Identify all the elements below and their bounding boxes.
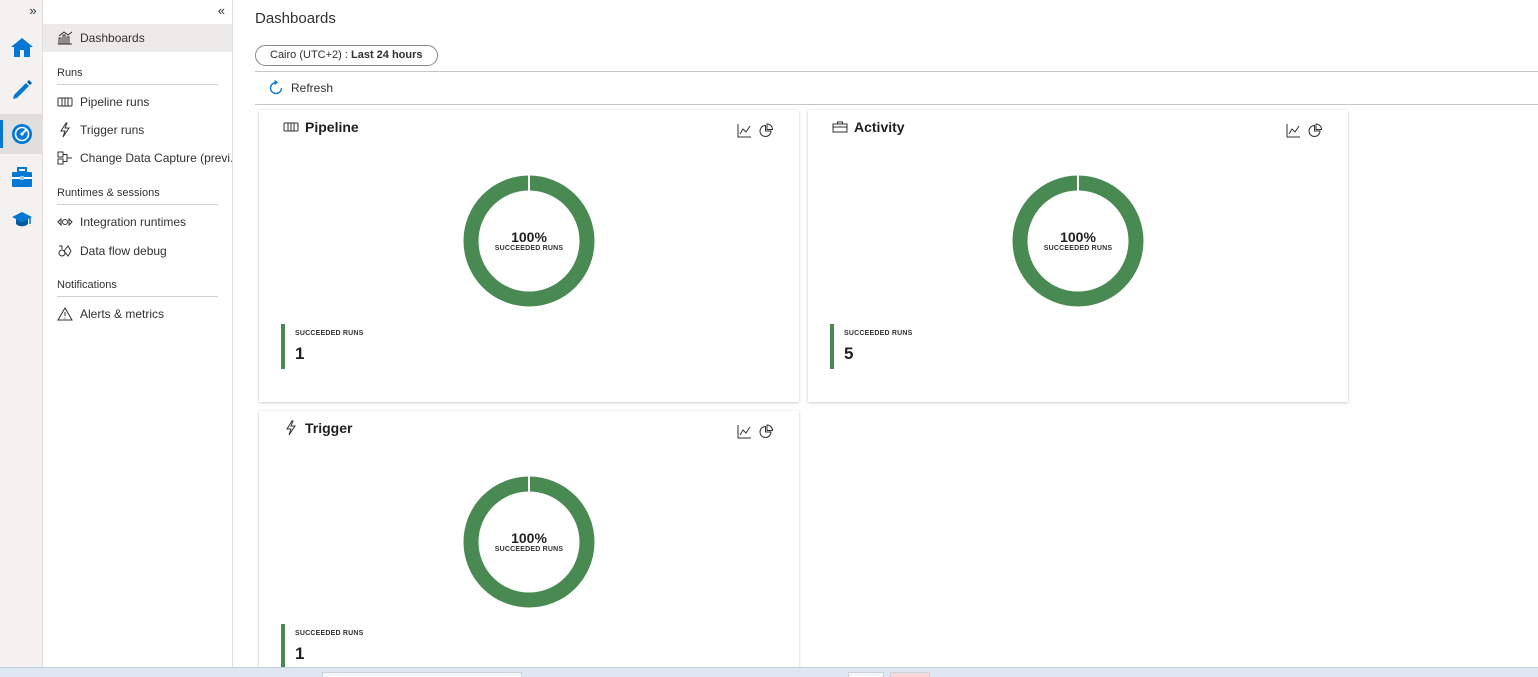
change-data-capture-icon <box>57 150 73 166</box>
donut-percent: 100% <box>511 229 547 245</box>
donut-center-label: 100% SUCCEEDED RUNS <box>463 476 595 608</box>
card-title-text: Activity <box>854 119 905 135</box>
monitor-button[interactable] <box>0 114 43 154</box>
taskbar-item[interactable] <box>848 672 884 677</box>
collapse-nav-button[interactable]: « <box>218 3 225 18</box>
nav-item-change-data-capture[interactable]: Change Data Capture (previ... <box>43 144 232 172</box>
donut-percent: 100% <box>511 530 547 546</box>
nav-item-label: Integration runtimes <box>80 215 187 229</box>
page-title: Dashboards <box>255 10 336 27</box>
toolbox-icon <box>11 167 32 187</box>
nav-item-label: Dashboards <box>80 31 145 45</box>
card-title: Activity <box>832 119 905 135</box>
nav-item-trigger-runs[interactable]: Trigger runs <box>43 116 232 144</box>
dashboards-main: Dashboards Cairo (UTC+2) : Last 24 hours… <box>234 0 1538 669</box>
author-button[interactable] <box>0 70 43 110</box>
donut-percent: 100% <box>1060 229 1096 245</box>
card-toolbar <box>1286 123 1323 138</box>
refresh-label: Refresh <box>291 81 334 95</box>
taskbar-strip <box>0 667 1538 677</box>
pie-chart-icon[interactable] <box>1308 123 1323 138</box>
nav-item-dashboards[interactable]: Dashboards <box>43 24 232 52</box>
nav-item-label: Trigger runs <box>80 123 145 137</box>
stat-label: SUCCEEDED RUNS <box>295 630 364 637</box>
divider <box>255 104 1538 105</box>
manage-button[interactable] <box>0 158 43 198</box>
monitor-gauge-icon <box>11 124 32 144</box>
donut-caption: SUCCEEDED RUNS <box>494 546 564 553</box>
graduation-cap-icon <box>11 212 32 227</box>
donut-center-label: 100% SUCCEEDED RUNS <box>463 175 595 307</box>
card-toolbar <box>737 123 774 138</box>
section-runtimes-sessions: Runtimes & sessions <box>57 187 218 205</box>
home-button[interactable] <box>0 27 43 67</box>
activity-card: Activity 100% SUCCEEDED RUNS SUCCEEDED R… <box>808 110 1348 402</box>
nav-item-label: Alerts & metrics <box>80 307 165 321</box>
donut-center-label: 100% SUCCEEDED RUNS <box>1012 175 1144 307</box>
section-notifications: Notifications <box>57 279 218 297</box>
icon-rail: » <box>0 0 43 667</box>
card-title: Trigger <box>283 420 352 436</box>
stat-value: 5 <box>844 344 854 363</box>
divider <box>255 71 1538 72</box>
nav-item-pipeline-runs[interactable]: Pipeline runs <box>43 88 232 116</box>
nav-item-label: Change Data Capture (previ... <box>80 151 232 165</box>
succeeded-runs-stat: SUCCEEDED RUNS 1 <box>281 324 364 369</box>
pencil-icon <box>12 80 32 99</box>
refresh-icon <box>268 79 284 96</box>
card-title: Pipeline <box>283 119 359 135</box>
taskbar-item[interactable] <box>890 672 930 677</box>
home-icon <box>10 38 33 57</box>
timezone-label: Cairo (UTC+2) : <box>270 49 351 61</box>
monitor-nav-panel: « Dashboards Runs Pipeline runs Trigger … <box>43 0 233 667</box>
succeeded-runs-stat: SUCCEEDED RUNS 1 <box>281 624 364 669</box>
learning-button[interactable] <box>0 200 43 240</box>
nav-item-label: Pipeline runs <box>80 95 150 109</box>
card-title-text: Pipeline <box>305 119 359 135</box>
time-range-value: Last 24 hours <box>351 49 423 61</box>
stat-value: 1 <box>295 644 305 663</box>
card-title-text: Trigger <box>305 420 353 436</box>
data-flow-debug-icon <box>57 243 73 259</box>
time-range-filter[interactable]: Cairo (UTC+2) : Last 24 hours <box>255 45 438 66</box>
expand-rail-button[interactable]: » <box>26 3 40 18</box>
warning-triangle-icon <box>57 306 73 322</box>
card-toolbar <box>737 424 774 439</box>
refresh-button[interactable]: Refresh <box>268 78 333 98</box>
lightning-icon <box>57 122 73 138</box>
app-window: » « Dashboards Runs Pipeline runs Trigge… <box>0 0 1538 677</box>
pipeline-icon <box>283 119 299 135</box>
pie-chart-icon[interactable] <box>759 424 774 439</box>
taskbar-item[interactable] <box>322 672 522 677</box>
pie-chart-icon[interactable] <box>759 123 774 138</box>
stat-value: 1 <box>295 344 305 363</box>
integration-runtime-icon <box>57 214 73 230</box>
donut-caption: SUCCEEDED RUNS <box>494 245 564 252</box>
nav-item-data-flow-debug[interactable]: Data flow debug <box>43 237 232 265</box>
section-runs: Runs <box>57 67 218 85</box>
pipeline-icon <box>57 94 73 110</box>
lightning-icon <box>283 420 299 436</box>
nav-item-alerts-metrics[interactable]: Alerts & metrics <box>43 300 232 328</box>
line-chart-icon[interactable] <box>737 123 752 138</box>
stat-label: SUCCEEDED RUNS <box>295 330 364 337</box>
trigger-card: Trigger 100% SUCCEEDED RUNS SUCCEEDED RU… <box>259 411 799 669</box>
pipeline-card: Pipeline 100% SUCCEEDED RUNS SUCCEEDED R… <box>259 110 799 402</box>
line-chart-icon[interactable] <box>737 424 752 439</box>
succeeded-runs-stat: SUCCEEDED RUNS 5 <box>830 324 913 369</box>
briefcase-icon <box>832 119 848 135</box>
nav-item-label: Data flow debug <box>80 244 167 258</box>
stat-label: SUCCEEDED RUNS <box>844 330 913 337</box>
donut-caption: SUCCEEDED RUNS <box>1043 245 1113 252</box>
dashboard-chart-icon <box>57 30 73 46</box>
line-chart-icon[interactable] <box>1286 123 1301 138</box>
nav-item-integration-runtimes[interactable]: Integration runtimes <box>43 208 232 236</box>
